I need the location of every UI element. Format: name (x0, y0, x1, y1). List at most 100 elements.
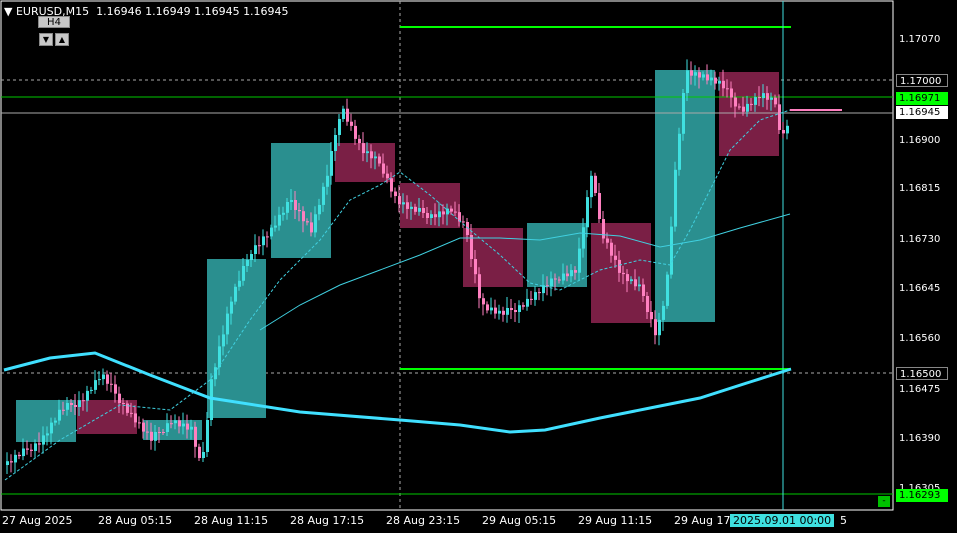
m15-candle-body (14, 454, 17, 463)
m15-candle-body (86, 390, 89, 401)
m15-candle-body (138, 422, 141, 424)
m15-candle-body (522, 305, 525, 307)
m15-candle-body (206, 420, 209, 452)
m15-candle-body (694, 72, 697, 76)
m15-candle-body (270, 227, 273, 237)
m15-candle-body (414, 206, 417, 212)
m15-candle-body (690, 70, 693, 76)
m15-candle-body (394, 191, 397, 197)
m15-candle-body (362, 143, 365, 154)
price-tick-label: 1.16390 (899, 433, 941, 444)
m15-candle-body (558, 279, 561, 281)
m15-candle-body (342, 108, 345, 119)
m15-candle-body (130, 412, 133, 414)
m15-candle-body (646, 296, 649, 312)
m15-candle-body (158, 432, 161, 433)
m15-candle-body (778, 104, 781, 130)
m15-candle-body (402, 202, 405, 205)
m15-candle-body (678, 133, 681, 170)
m15-candle-body (490, 307, 493, 311)
m15-candle-body (366, 151, 369, 154)
m15-candle-body (702, 74, 705, 78)
m15-candle-body (766, 93, 769, 100)
m15-candle-body (574, 270, 577, 273)
price-tick-label: 1.16560 (899, 333, 941, 344)
m15-candle-body (734, 97, 737, 107)
m15-candle-body (406, 202, 409, 209)
m15-candle-body (590, 175, 593, 198)
m15-candle-body (322, 186, 325, 205)
m15-candle-body (650, 312, 653, 320)
m15-candle-body (306, 221, 309, 223)
m15-candle-body (782, 130, 785, 134)
m15-candle-body (586, 197, 589, 228)
down-arrow-icon[interactable]: ▼ (39, 33, 53, 46)
m15-candle-body (50, 422, 53, 434)
m15-candle-body (154, 432, 157, 441)
m15-candle-body (674, 169, 677, 227)
m15-candle-body (114, 384, 117, 394)
price-tick-label: 1.16475 (899, 384, 941, 395)
m15-candle-body (314, 214, 317, 233)
m15-candle-body (434, 214, 437, 218)
m15-candle-body (542, 285, 545, 294)
m15-candle-body (758, 97, 761, 99)
m15-candle-body (118, 393, 121, 403)
m15-candle-body (470, 235, 473, 259)
m15-candle-body (82, 400, 85, 402)
m15-candle-body (762, 93, 765, 99)
m15-candle-body (562, 273, 565, 281)
m15-candle-body (626, 274, 629, 282)
m15-candle-body (598, 193, 601, 219)
m15-candle-body (638, 284, 641, 287)
chart-window[interactable]: ▼ EURUSD,M15 1.16946 1.16949 1.16945 1.1… (0, 0, 957, 533)
m15-candle-body (110, 383, 113, 385)
green-line-price-marker: 1.16971 (896, 92, 948, 105)
timeframe-button[interactable]: H4 (38, 16, 70, 28)
m15-candle-body (582, 227, 585, 249)
m15-candle-body (614, 255, 617, 260)
m15-candle-body (550, 278, 553, 287)
m15-candle-body (378, 156, 381, 164)
m15-candle-body (370, 151, 373, 159)
m15-candle-body (382, 163, 385, 174)
m15-candle-body (10, 461, 13, 463)
m15-candle-body (462, 221, 465, 223)
m15-candle-body (318, 204, 321, 215)
m15-candle-body (26, 448, 29, 450)
h4-candle (719, 72, 779, 156)
m15-candle-body (266, 236, 269, 238)
m15-candle-body (510, 308, 513, 310)
time-tick-label: 29 Aug 05:15 (482, 514, 557, 527)
m15-candle-body (474, 259, 477, 275)
m15-candle-body (374, 156, 377, 159)
m15-candle-body (354, 125, 357, 139)
m15-candle-body (34, 443, 37, 451)
m15-candle-body (710, 77, 713, 81)
up-arrow-icon[interactable]: ▲ (55, 33, 69, 46)
m15-candle-body (642, 284, 645, 296)
time-tick-label: 28 Aug 05:15 (98, 514, 173, 527)
m15-candle-body (70, 403, 73, 405)
m15-candle-body (174, 420, 177, 424)
m15-candle-body (6, 461, 9, 465)
m15-candle-body (602, 219, 605, 239)
m15-candle-body (222, 334, 225, 347)
m15-candle-body (546, 285, 549, 287)
m15-candle-body (334, 135, 337, 151)
m15-candle-body (358, 138, 361, 144)
m15-candle-body (66, 403, 69, 410)
green-level-handle[interactable]: - (878, 496, 890, 507)
m15-candle-body (482, 298, 485, 305)
m15-candle-body (134, 413, 137, 423)
time-tick-label: 28 Aug 11:15 (194, 514, 269, 527)
price-chart[interactable] (0, 0, 957, 533)
m15-candle-body (346, 108, 349, 122)
m15-candle-body (98, 379, 101, 381)
m15-candle-body (654, 319, 657, 336)
m15-candle-body (526, 298, 529, 307)
m15-candle-body (570, 270, 573, 277)
m15-candle-body (390, 178, 393, 192)
m15-candle-body (442, 211, 445, 215)
m15-candle-body (106, 374, 109, 384)
